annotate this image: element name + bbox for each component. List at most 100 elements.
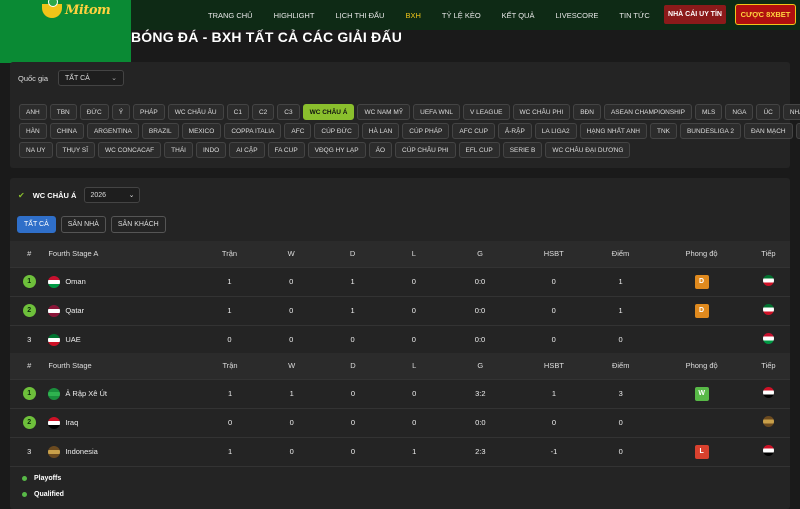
table-row[interactable]: 3 UAE 0 0 0 0 0:0 0 0 [10,325,790,355]
country-select[interactable]: TẤT CẢ ⌄ [58,70,125,86]
league-chip-afc-cup[interactable]: AFC CUP [452,123,495,139]
league-chip-thai[interactable]: THÁI [164,142,193,158]
league-chip-v-league[interactable]: V LEAGUE [463,104,510,120]
league-chip-wc-chau-a[interactable]: WC CHÂU Á [302,104,355,120]
country-label: Quốc gia [18,73,49,83]
league-chip-cup-duc[interactable]: CÚP ĐỨC [314,123,359,139]
league-chip-hang-nhat-anh[interactable]: HẠNG NHẤT ANH [579,123,647,139]
goal-diff-cell: 1 [522,379,586,409]
nav-item-highlight[interactable]: HIGHLIGHT [274,11,315,20]
league-chip-bi[interactable]: BỈ [795,123,800,139]
league-chip-asean-championship[interactable]: ASEAN CHAMPIONSHIP [603,104,692,120]
league-chip-nga[interactable]: NGA [725,104,754,120]
nav-item-lich-thi-dau[interactable]: LỊCH THI ĐẤU [335,11,384,20]
league-chips: ANH TBN ĐỨC Ý PHÁP WC CHÂU ÂU C1 C2 C3 WC CHÂU ÁW… [19,104,800,161]
table-row[interactable]: 3 Indonesia 1 0 0 1 2:3 -1 0 L [10,437,790,467]
league-chip-anh[interactable]: ANH [19,104,47,120]
league-chip-phap[interactable]: PHÁP [133,104,165,120]
league-chip-wc-chau-phi[interactable]: WC CHÂU PHI [512,104,571,120]
league-chip-c3[interactable]: C3 [277,104,300,120]
league-chip-uc[interactable]: ÚC [756,104,780,120]
nav-item-livescore[interactable]: LIVESCORE [555,11,598,20]
league-chip-na-uy[interactable]: NA UY [19,142,53,158]
league-chip-coppa-italia[interactable]: COPPA ITALIA [224,123,282,139]
league-chip-vdqg-hy-lap[interactable]: VĐQG HY LẠP [307,142,366,158]
form-cell: L [656,437,747,467]
tab-san-nha[interactable]: SÂN NHÀ [60,216,106,233]
table-row[interactable]: 1 Oman 1 0 1 0 0:0 0 1 D [10,267,790,297]
nav-item-tin-tuc[interactable]: TIN TỨC [619,11,649,20]
tab-san-khach[interactable]: SÂN KHÁCH [110,216,166,233]
form-badge: D [694,274,709,289]
league-chip-c2[interactable]: C2 [251,104,275,120]
league-chip-bdn[interactable]: BĐN [573,104,601,120]
league-chip-afc[interactable]: AFC [284,123,312,139]
losses-cell: 0 [390,325,438,355]
league-chip-wc-nam-my[interactable]: WC NAM MỸ [357,104,411,120]
team[interactable]: Ả Rập Xê Út [48,387,192,400]
site-logo[interactable]: Mitom [42,0,111,18]
league-chip-wc-concacaf[interactable]: WC CONCACAF [98,142,162,158]
league-chip-nhat[interactable]: NHẬT [782,104,800,120]
table-row[interactable]: 2 Qatar 1 0 1 0 0:0 0 1 D [10,296,790,326]
league-chip-argentina[interactable]: ARGENTINA [86,123,139,139]
wins-cell: 0 [268,437,316,467]
league-chip-wc-chau-dai-duong[interactable]: WC CHÂU ĐẠI DƯƠNG [545,142,631,158]
league-chip-cup-chau-phi[interactable]: CÚP CHÂU PHI [395,142,456,158]
league-chip-uefa-wnl[interactable]: UEFA WNL [413,104,460,120]
trusted-bookmaker-button[interactable]: NHÀ CÁI UY TÍN [664,5,726,24]
col-win-header: W [268,353,316,380]
league-chip-tbn[interactable]: TBN [49,104,77,120]
nav-item-ty-le-keo[interactable]: TỶ LỆ KÈO [442,11,481,20]
league-chip-c1[interactable]: C1 [226,104,249,120]
team[interactable]: Qatar [48,304,191,317]
league-chip-y[interactable]: Ý [111,104,131,120]
nav-item-trang-chu[interactable]: TRANG CHỦ [208,11,253,20]
league-chip-la-liga2[interactable]: LA LIGA2 [534,123,577,139]
league-chip-tnk[interactable]: TNK [649,123,677,139]
form-cell [656,325,747,355]
next-opponent-flag-icon[interactable] [762,275,774,286]
league-chip-wc-chau-au[interactable]: WC CHÂU ÂU [167,104,224,120]
league-chip-ao[interactable]: ÁO [368,142,393,158]
league-chip-thuy-si[interactable]: THỤY SĨ [55,142,96,158]
season-select[interactable]: 2026 ⌄ [84,187,141,203]
league-chip-duc[interactable]: ĐỨC [79,104,109,120]
league-chip-brazil[interactable]: BRAZIL [141,123,179,139]
team[interactable]: Iraq [48,416,192,429]
table-row[interactable]: 2 Iraq 0 0 0 0 0:0 0 0 [10,408,790,438]
league-chip-ai-cap[interactable]: AI CẬP [229,142,265,158]
league-chip-cup-phap[interactable]: CÚP PHÁP [402,123,450,139]
team[interactable]: UAE [48,333,191,346]
rank-cell: 2 [10,296,49,326]
league-chip-indo[interactable]: INDO [195,142,227,158]
goal-diff-cell: 0 [522,296,585,326]
wins-cell: 0 [268,408,316,438]
league-chip-fa-cup[interactable]: FA CUP [267,142,305,158]
next-opponent-flag-icon[interactable] [762,387,774,398]
nav-item-ket-qua[interactable]: KẾT QUẢ [502,11,535,20]
league-chip-china[interactable]: CHINA [49,123,84,139]
league-chip-a-rap[interactable]: Ả-RẬP [497,123,532,139]
tab-tat-ca[interactable]: TẤT CẢ [17,216,56,233]
table-row[interactable]: 1Ả Rập Xê Út 1 1 0 0 3:2 1 3 W [10,379,790,409]
bet-8xbet-button[interactable]: CƯỢC 8XBET [735,4,796,25]
next-opponent-flag-icon[interactable] [762,445,774,456]
league-name: WC CHÂU Á [32,190,77,200]
next-opponent-flag-icon[interactable] [762,304,774,315]
league-chip-mls[interactable]: MLS [695,104,723,120]
league-chip-serie-b[interactable]: SERIE B [502,142,543,158]
next-opponent-flag-icon[interactable] [762,333,774,344]
league-chip-ha-lan[interactable]: HÀ LAN [361,123,400,139]
wins-cell: 0 [267,267,315,297]
next-opponent-flag-icon[interactable] [762,416,774,427]
league-chip-han[interactable]: HÀN [19,123,47,139]
team[interactable]: Indonesia [48,445,192,458]
team[interactable]: Oman [48,275,191,288]
next-opponent-cell [746,408,790,438]
league-chip-efl-cup[interactable]: EFL CUP [458,142,500,158]
nav-item-bxh[interactable]: BXH [405,11,420,20]
league-chip-bundesliga-2[interactable]: BUNDESLIGA 2 [679,123,741,139]
league-chip-mexico[interactable]: MEXICO [181,123,222,139]
league-chip-dan-mach[interactable]: ĐAN MẠCH [743,123,793,139]
